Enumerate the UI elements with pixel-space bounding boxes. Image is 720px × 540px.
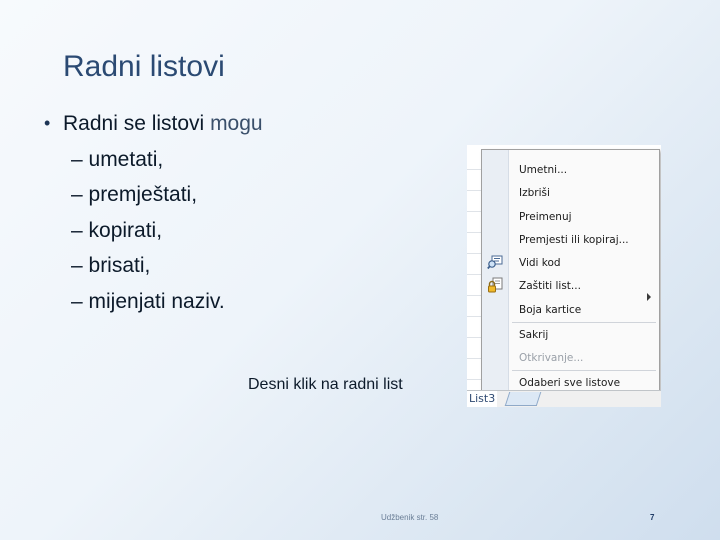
page-number: 7	[650, 513, 655, 522]
sub-bullet-move: – premještati,	[71, 183, 198, 206]
menu-item-hide[interactable]: Sakrij	[519, 324, 651, 346]
bullet-text-accent: mogu	[210, 112, 263, 135]
bullet-dot: •	[44, 113, 51, 133]
sub-bullet-insert: – umetati,	[71, 147, 164, 171]
menu-separator	[512, 322, 656, 323]
footer-textbook-reference: Udžbenik str. 58	[381, 513, 439, 522]
menu-separator	[512, 370, 656, 371]
menu-item-protect-sheet[interactable]: Zaštiti list...	[519, 275, 651, 297]
bullet-main: • Radni se listovi mogu	[44, 106, 444, 142]
bullet-text: Radni se listovi	[63, 112, 211, 135]
menu-icon-gutter	[482, 150, 509, 394]
bullet-list: • Radni se listovi mogu – umetati, – pre…	[44, 106, 444, 319]
menu-item-move-copy[interactable]: Premjesti ili kopiraj...	[519, 229, 651, 251]
menu-item-tab-color[interactable]: Boja kartice	[519, 299, 651, 321]
menu-item-insert[interactable]: Umetni...	[519, 159, 651, 181]
menu-item-unhide: Otkrivanje...	[519, 352, 584, 364]
menu-item-rename[interactable]: Preimenuj	[519, 206, 651, 228]
sheet-tab-bar: List3	[467, 390, 661, 407]
insert-sheet-icon[interactable]	[504, 392, 542, 406]
slide-title: Radni listovi	[63, 50, 225, 83]
view-code-icon	[487, 254, 503, 270]
context-menu-screenshot: Umetni... Izbriši Preimenuj Premjesti il…	[467, 145, 661, 407]
sub-bullet-delete: – brisati,	[71, 254, 151, 277]
context-menu: Umetni... Izbriši Preimenuj Premjesti il…	[481, 149, 660, 395]
submenu-arrow-icon	[647, 293, 651, 301]
protect-sheet-icon	[487, 277, 503, 293]
sub-bullet-list: – umetati, – premještati, – kopirati, – …	[71, 142, 444, 320]
screenshot-caption: Desni klik na radni list	[248, 376, 403, 393]
sub-bullet-copy: – kopirati,	[71, 218, 163, 242]
sheet-tab-list3[interactable]: List3	[467, 391, 498, 407]
menu-item-view-code[interactable]: Vidi kod	[519, 252, 651, 274]
sub-bullet-rename: – mijenjati naziv.	[71, 289, 225, 313]
menu-item-delete[interactable]: Izbriši	[519, 182, 651, 204]
